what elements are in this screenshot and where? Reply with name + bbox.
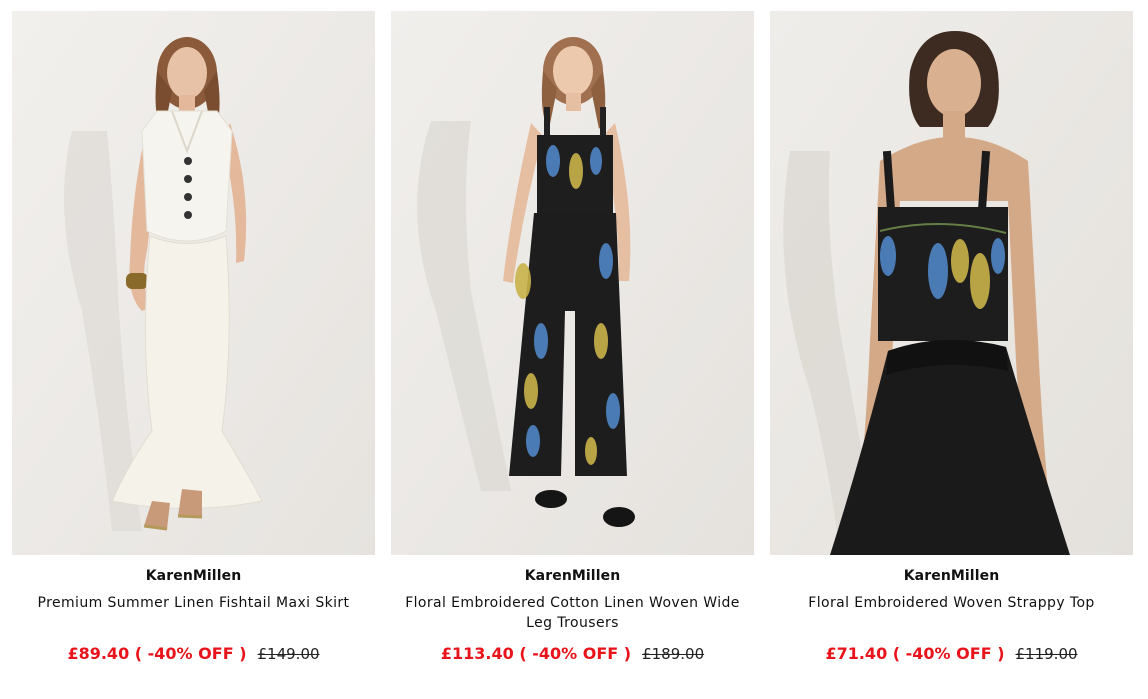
original-price: £189.00 [642, 645, 705, 663]
product-brand: KarenMillen [145, 568, 242, 584]
sale-price: £89.40 ( -40% OFF ) [67, 644, 247, 663]
product-brand: KarenMillen [524, 568, 621, 584]
product-image[interactable] [12, 11, 375, 555]
original-price: £119.00 [1015, 645, 1078, 663]
product-brand: KarenMillen [903, 568, 1000, 584]
product-price: £113.40 ( -40% OFF ) £189.00 [441, 644, 704, 664]
product-image[interactable] [391, 11, 754, 555]
sale-price: £71.40 ( -40% OFF ) [825, 644, 1005, 663]
product-price: £89.40 ( -40% OFF ) £149.00 [67, 644, 319, 664]
product-grid: KarenMillen Premium Summer Linen Fishtai… [12, 11, 1133, 664]
product-name[interactable]: Floral Embroidered Woven Strappy Top [777, 593, 1127, 633]
product-card[interactable]: KarenMillen Premium Summer Linen Fishtai… [12, 11, 375, 664]
product-name[interactable]: Premium Summer Linen Fishtail Maxi Skirt [19, 593, 369, 633]
product-name[interactable]: Floral Embroidered Cotton Linen Woven Wi… [398, 593, 748, 633]
product-price: £71.40 ( -40% OFF ) £119.00 [825, 644, 1077, 664]
sale-price: £113.40 ( -40% OFF ) [440, 644, 632, 663]
product-card[interactable]: KarenMillen Floral Embroidered Cotton Li… [391, 11, 754, 664]
original-price: £149.00 [257, 645, 320, 663]
product-image[interactable] [770, 11, 1133, 555]
product-card[interactable]: KarenMillen Floral Embroidered Woven Str… [770, 11, 1133, 664]
